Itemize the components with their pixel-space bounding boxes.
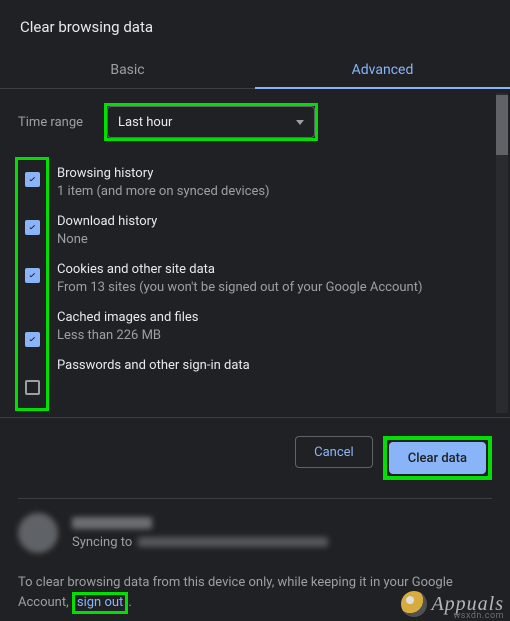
item-label: Passwords and other sign-in data	[57, 357, 492, 375]
highlight-sign-out: sign out	[72, 592, 128, 614]
appuals-logo-icon	[401, 591, 427, 617]
time-range-value: Last hour	[118, 115, 172, 130]
clear-data-button[interactable]: Clear data	[389, 442, 486, 474]
item-sub: None	[57, 231, 492, 249]
dialog-title: Clear browsing data	[0, 0, 510, 50]
item-passwords[interactable]: Passwords and other sign-in data	[57, 357, 492, 375]
watermark-sub: wsxdn.com	[454, 611, 504, 621]
scrollbar[interactable]	[496, 93, 508, 413]
chevron-down-icon	[296, 120, 304, 125]
checkbox-browsing-history[interactable]	[25, 172, 40, 187]
checkbox-passwords[interactable]	[25, 380, 40, 395]
time-range-label: Time range	[18, 115, 104, 130]
account-email-redacted	[138, 537, 328, 547]
item-browsing-history[interactable]: Browsing history 1 item (and more on syn…	[57, 165, 492, 201]
highlight-time-range: Last hour	[104, 103, 318, 141]
highlight-checkboxes	[15, 157, 49, 411]
tab-advanced[interactable]: Advanced	[255, 50, 510, 88]
scrollbar-thumb[interactable]	[496, 95, 508, 155]
item-download-history[interactable]: Download history None	[57, 213, 492, 249]
item-label: Browsing history	[57, 165, 492, 183]
cancel-button[interactable]: Cancel	[295, 436, 373, 468]
avatar	[18, 513, 58, 553]
item-sub: From 13 sites (you won't be signed out o…	[57, 279, 492, 297]
item-label: Download history	[57, 213, 492, 231]
checkbox-cookies[interactable]	[25, 268, 40, 283]
tab-basic[interactable]: Basic	[0, 50, 255, 88]
item-sub: 1 item (and more on synced devices)	[57, 183, 492, 201]
checkbox-cached[interactable]	[25, 332, 40, 347]
time-range-select[interactable]: Last hour	[107, 106, 315, 138]
highlight-clear-data: Clear data	[383, 436, 492, 480]
item-sub: Less than 226 MB	[57, 327, 492, 345]
checkbox-download-history[interactable]	[25, 220, 40, 235]
item-cached[interactable]: Cached images and files Less than 226 MB	[57, 309, 492, 345]
account-name-redacted	[72, 517, 152, 529]
syncing-label: Syncing to	[72, 535, 132, 550]
account-row[interactable]: Syncing to	[0, 499, 510, 563]
item-label: Cached images and files	[57, 309, 492, 327]
item-label: Cookies and other site data	[57, 261, 492, 279]
item-cookies[interactable]: Cookies and other site data From 13 site…	[57, 261, 492, 297]
sign-out-link[interactable]: sign out	[77, 595, 123, 610]
tabs: Basic Advanced	[0, 50, 510, 89]
